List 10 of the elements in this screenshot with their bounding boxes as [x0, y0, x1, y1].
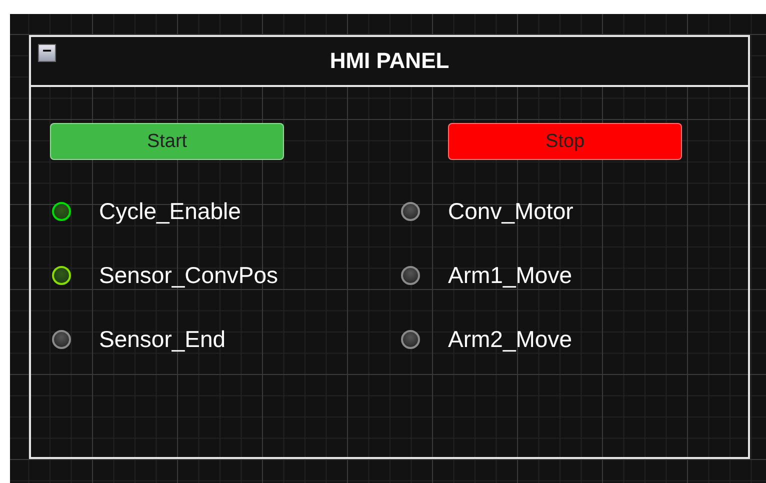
collapse-button[interactable]: − — [38, 44, 56, 62]
lamp-label: Sensor_End — [99, 326, 226, 352]
start-button[interactable]: Start — [50, 123, 284, 160]
lamp-label: Cycle_Enable — [99, 198, 241, 224]
lamp-label: Arm1_Move — [448, 262, 572, 288]
lamp-label: Sensor_ConvPos — [99, 262, 278, 288]
stop-button[interactable]: Stop — [448, 123, 682, 160]
lamp-label: Conv_Motor — [448, 198, 574, 224]
panel-title: HMI PANEL — [330, 48, 450, 74]
lamp-label: Arm2_Move — [448, 326, 572, 352]
